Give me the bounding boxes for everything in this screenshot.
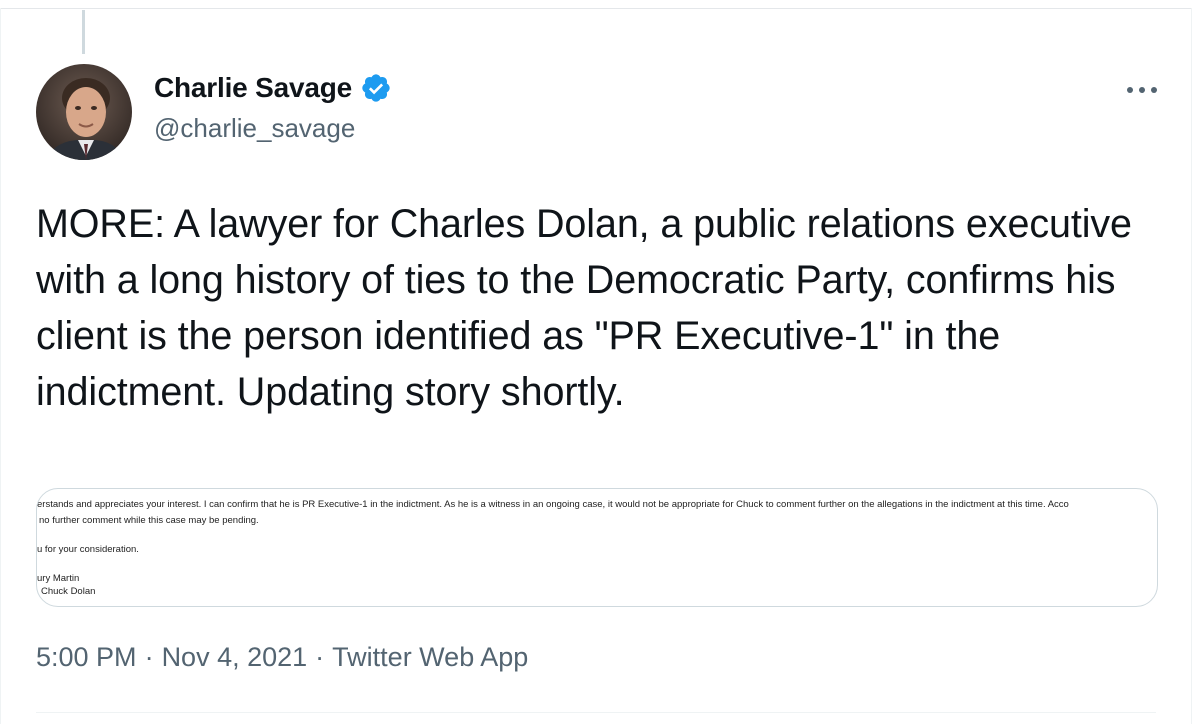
author-avatar[interactable] [36, 64, 132, 160]
media-text-line: Chuck Dolan [41, 586, 96, 597]
media-text-line: u for your consideration. [37, 544, 139, 555]
media-text-line: erstands and appreciates your interest. … [37, 499, 1069, 510]
tweet-source-link[interactable]: Twitter Web App [332, 642, 528, 673]
author-name-row: Charlie Savage [154, 72, 392, 104]
separator-dot: · [315, 642, 325, 672]
tweet-text: MORE: A lawyer for Charles Dolan, a publ… [36, 202, 1132, 414]
more-options-icon [1127, 87, 1157, 93]
tweet-metadata: 5:00 PM · Nov 4, 2021 · Twitter Web App [36, 642, 528, 673]
separator-dot: · [144, 642, 154, 672]
avatar-photo [36, 64, 132, 160]
media-text-line: ury Martin [37, 573, 80, 584]
more-options-button[interactable] [1122, 76, 1162, 104]
author-handle[interactable]: @charlie_savage [154, 113, 355, 144]
verified-badge-icon [362, 74, 390, 102]
document-screenshot: erstands and appreciates your interest. … [37, 489, 1157, 606]
tweet-date-link[interactable]: Nov 4, 2021 [162, 642, 308, 673]
author-name[interactable]: Charlie Savage [154, 72, 352, 104]
timeline-left-border [0, 8, 1, 724]
tweet-media-image[interactable]: erstands and appreciates your interest. … [36, 488, 1158, 607]
timeline-right-border [1191, 8, 1192, 724]
tweet-time-link[interactable]: 5:00 PM [36, 642, 137, 673]
timeline-top-border [0, 8, 1192, 9]
metadata-divider [36, 712, 1156, 713]
media-text-line: no further comment while this case may b… [39, 515, 259, 526]
thread-connector-line [82, 10, 85, 54]
